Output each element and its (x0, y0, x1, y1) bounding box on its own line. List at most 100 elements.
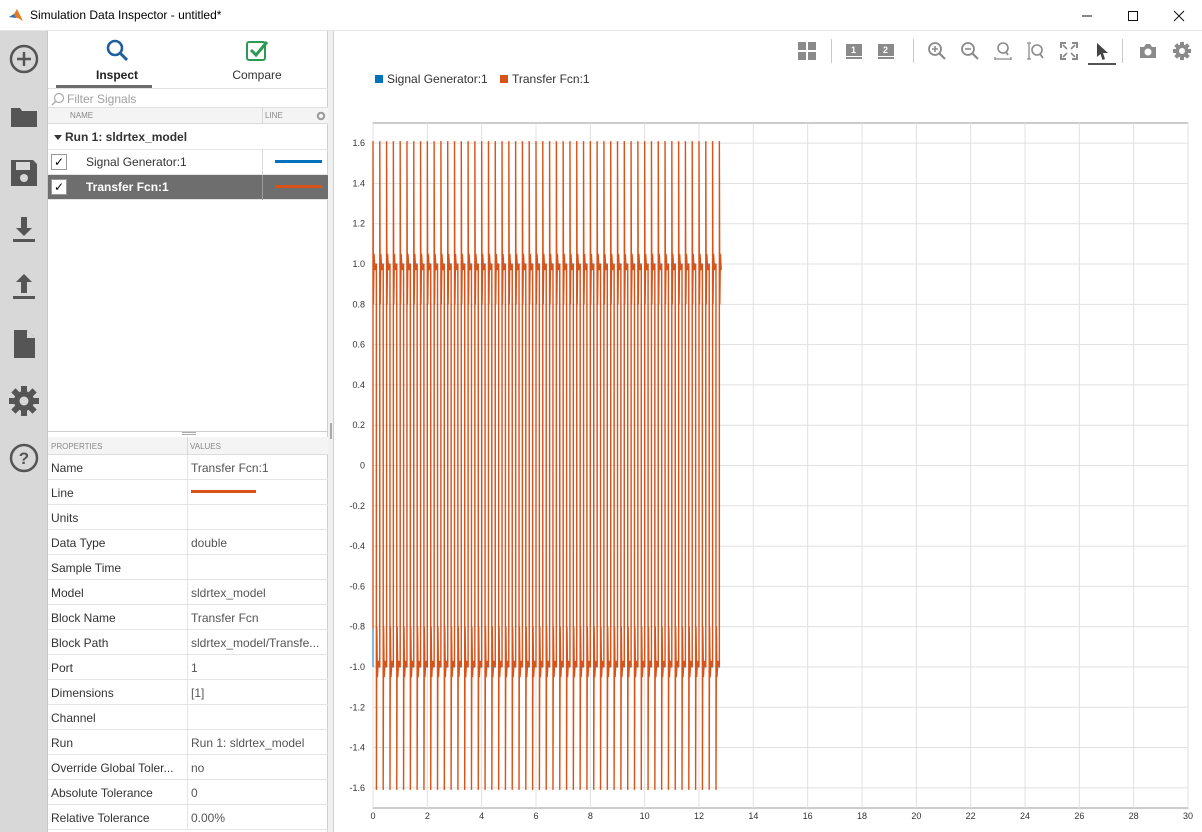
minimize-button[interactable] (1064, 0, 1110, 31)
open-button[interactable] (4, 92, 44, 140)
tab-inspect-label: Inspect (95, 68, 138, 82)
tab-inspect[interactable]: Inspect (52, 31, 182, 89)
y-tick-label: -1.2 (349, 702, 365, 712)
line-style-swatch[interactable] (191, 490, 256, 493)
tab-compare[interactable]: Compare (192, 31, 322, 89)
maximize-button[interactable] (1110, 0, 1156, 31)
property-row[interactable]: Model sldrtex_model (48, 580, 328, 605)
column-settings-icon[interactable] (316, 111, 326, 121)
close-button[interactable] (1156, 0, 1202, 31)
property-key: Sample Time (51, 561, 122, 575)
property-row[interactable]: Override Global Toler... no (48, 755, 328, 780)
property-value: 0 (191, 786, 198, 800)
zoom-x-icon (994, 42, 1012, 60)
column-divider (262, 150, 263, 175)
y-tick-label: -0.8 (349, 622, 365, 632)
y-tick-label: -0.6 (349, 581, 365, 591)
subplot-1-button[interactable]: 1 (842, 39, 866, 63)
y-tick-label: 1.4 (352, 178, 365, 188)
property-row[interactable]: Name Transfer Fcn:1 (48, 455, 328, 480)
resize-grip[interactable] (330, 423, 332, 439)
property-row[interactable]: Line (48, 480, 328, 505)
property-value: no (191, 761, 205, 775)
filter-signals-input[interactable]: Filter Signals (48, 88, 328, 108)
legend-item-transfer-fcn[interactable]: Transfer Fcn:1 (500, 72, 590, 86)
action-rail: ? (0, 31, 48, 832)
signal-panel: Inspect Compare Filter Signals NAME LINE… (48, 31, 328, 832)
layout-button[interactable] (795, 39, 819, 63)
property-value: double (191, 536, 228, 550)
subplot-2-label: 2 (883, 45, 889, 55)
toolbar-separator (831, 39, 832, 63)
property-key: Block Path (51, 636, 109, 650)
line-style-swatch[interactable] (275, 185, 322, 188)
help-icon: ? (9, 443, 39, 473)
x-tick-label: 8 (588, 811, 593, 821)
toolbar-separator (913, 39, 914, 63)
property-value: Transfer Fcn (191, 611, 259, 625)
tab-compare-label: Compare (232, 68, 282, 82)
column-divider (187, 455, 188, 480)
property-row[interactable]: Run Run 1: sldrtex_model (48, 730, 328, 755)
properties-column-header: PROPERTIES (51, 442, 103, 451)
property-row[interactable]: Absolute Tolerance 0 (48, 780, 328, 805)
save-button[interactable] (4, 149, 44, 197)
property-key: Relative Tolerance (51, 811, 150, 825)
column-name-header[interactable]: NAME (70, 111, 93, 120)
column-divider (187, 680, 188, 705)
expand-triangle-icon[interactable] (53, 133, 63, 143)
property-row[interactable]: Port 1 (48, 655, 328, 680)
x-tick-label: 18 (857, 811, 867, 821)
property-row[interactable]: Units (48, 505, 328, 530)
signal-plot[interactable]: 0 2 4 6 8 10 12 14 16 18 20 22 24 26 28 301.61.41.21.00… (334, 91, 1202, 832)
snapshot-button[interactable] (1136, 39, 1160, 63)
property-row[interactable]: Data Type double (48, 530, 328, 555)
legend-swatch (375, 75, 383, 83)
minimize-icon (1082, 15, 1092, 16)
x-tick-label: 4 (479, 811, 484, 821)
property-row[interactable]: Dimensions [1] (48, 680, 328, 705)
zoom-y-button[interactable] (1024, 39, 1048, 63)
signal-row-transfer-fcn[interactable]: ✓ Transfer Fcn:1 (48, 175, 328, 200)
fit-to-view-icon (1060, 42, 1078, 60)
preferences-button[interactable] (4, 377, 44, 425)
x-tick-label: 14 (748, 811, 758, 821)
signal-checkbox[interactable]: ✓ (51, 154, 67, 170)
column-divider (187, 805, 188, 830)
property-key: Channel (51, 711, 96, 725)
zoom-out-button[interactable] (958, 39, 982, 63)
x-tick-label: 28 (1129, 811, 1139, 821)
export-button[interactable] (4, 263, 44, 311)
plot-settings-button[interactable] (1170, 39, 1194, 63)
signal-name: Signal Generator:1 (86, 155, 187, 169)
subplot-2-button[interactable]: 2 (874, 39, 898, 63)
new-session-button[interactable] (4, 35, 44, 83)
column-line-header[interactable]: LINE (265, 111, 283, 120)
run-node[interactable]: Run 1: sldrtex_model (48, 124, 328, 150)
cursor-select-button[interactable] (1088, 39, 1116, 65)
property-row[interactable]: Block Path sldrtex_model/Transfe... (48, 630, 328, 655)
property-row[interactable]: Block Name Transfer Fcn (48, 605, 328, 630)
help-button[interactable]: ? (4, 434, 44, 482)
signal-row-signal-generator[interactable]: ✓ Signal Generator:1 (48, 150, 328, 175)
zoom-in-button[interactable] (925, 39, 949, 63)
column-divider (187, 630, 188, 655)
property-key: Name (51, 461, 84, 475)
y-tick-label: 0.6 (352, 340, 365, 350)
property-key: Override Global Toler... (51, 761, 174, 775)
splitter-grip[interactable] (182, 432, 196, 435)
property-value: sldrtex_model/Transfe... (191, 636, 320, 650)
property-row[interactable]: Relative Tolerance 0.00% (48, 805, 328, 830)
column-divider (262, 175, 263, 200)
signal-checkbox[interactable]: ✓ (51, 179, 67, 195)
property-row[interactable]: Sample Time (48, 555, 328, 580)
search-icon (51, 92, 65, 106)
import-button[interactable] (4, 206, 44, 254)
zoom-x-button[interactable] (991, 39, 1015, 63)
x-tick-label: 24 (1020, 811, 1030, 821)
report-button[interactable] (4, 320, 44, 368)
property-row[interactable]: Channel (48, 705, 328, 730)
fit-to-view-button[interactable] (1057, 39, 1081, 63)
line-style-swatch[interactable] (275, 160, 322, 163)
legend-item-signal-generator[interactable]: Signal Generator:1 (375, 72, 488, 86)
